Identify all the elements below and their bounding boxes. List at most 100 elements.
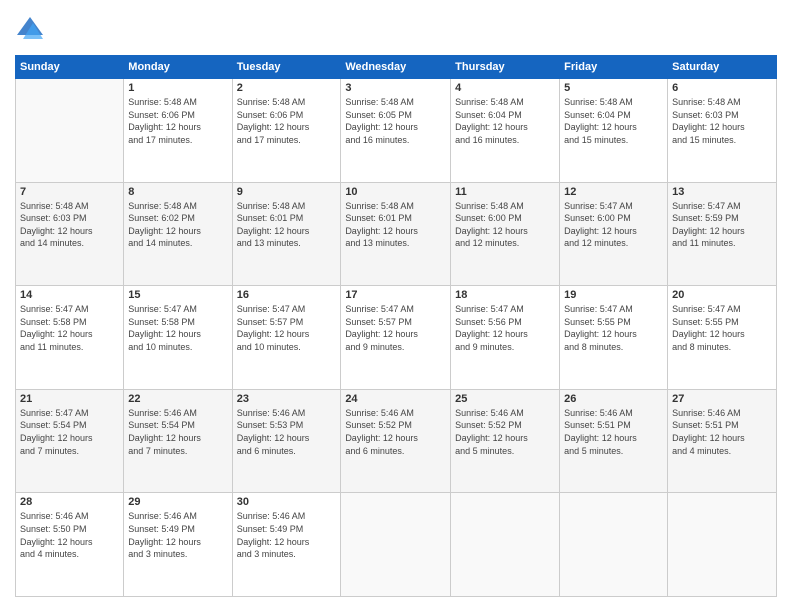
calendar-cell	[451, 493, 560, 597]
day-info: Sunrise: 5:46 AM Sunset: 5:54 PM Dayligh…	[128, 407, 227, 457]
day-info: Sunrise: 5:47 AM Sunset: 6:00 PM Dayligh…	[564, 200, 663, 250]
calendar-cell: 4 Sunrise: 5:48 AM Sunset: 6:04 PM Daylig…	[451, 79, 560, 183]
day-info: Sunrise: 5:46 AM Sunset: 5:51 PM Dayligh…	[564, 407, 663, 457]
calendar-cell: 17 Sunrise: 5:47 AM Sunset: 5:57 PM Dayli…	[341, 286, 451, 390]
day-info: Sunrise: 5:48 AM Sunset: 6:01 PM Dayligh…	[237, 200, 337, 250]
day-number: 28	[20, 496, 119, 508]
day-info: Sunrise: 5:46 AM Sunset: 5:51 PM Dayligh…	[672, 407, 772, 457]
day-number: 8	[128, 186, 227, 198]
day-info: Sunrise: 5:46 AM Sunset: 5:52 PM Dayligh…	[455, 407, 555, 457]
day-info: Sunrise: 5:46 AM Sunset: 5:50 PM Dayligh…	[20, 510, 119, 560]
day-number: 17	[345, 289, 446, 301]
calendar-cell: 27 Sunrise: 5:46 AM Sunset: 5:51 PM Dayli…	[668, 389, 777, 493]
calendar-cell: 14 Sunrise: 5:47 AM Sunset: 5:58 PM Dayli…	[16, 286, 124, 390]
day-info: Sunrise: 5:48 AM Sunset: 6:01 PM Dayligh…	[345, 200, 446, 250]
calendar-cell: 19 Sunrise: 5:47 AM Sunset: 5:55 PM Dayli…	[560, 286, 668, 390]
calendar-cell: 23 Sunrise: 5:46 AM Sunset: 5:53 PM Dayli…	[232, 389, 341, 493]
day-number: 9	[237, 186, 337, 198]
day-info: Sunrise: 5:48 AM Sunset: 6:02 PM Dayligh…	[128, 200, 227, 250]
column-header-sunday: Sunday	[16, 56, 124, 79]
calendar-cell: 21 Sunrise: 5:47 AM Sunset: 5:54 PM Dayli…	[16, 389, 124, 493]
calendar-cell: 9 Sunrise: 5:48 AM Sunset: 6:01 PM Daylig…	[232, 182, 341, 286]
logo	[15, 15, 47, 45]
calendar-cell: 18Sunrise: 5:47 AM Sunset: 5:56 PM Dayli…	[451, 286, 560, 390]
day-info: Sunrise: 5:47 AM Sunset: 5:59 PM Dayligh…	[672, 200, 772, 250]
day-info: Sunrise: 5:48 AM Sunset: 6:03 PM Dayligh…	[672, 96, 772, 146]
day-number: 14	[20, 289, 119, 301]
day-info: Sunrise: 5:47 AM Sunset: 5:55 PM Dayligh…	[672, 303, 772, 353]
calendar-cell: 30 Sunrise: 5:46 AM Sunset: 5:49 PM Dayli…	[232, 493, 341, 597]
calendar-cell: 15 Sunrise: 5:47 AM Sunset: 5:58 PM Dayli…	[124, 286, 232, 390]
day-number: 12	[564, 186, 663, 198]
column-header-tuesday: Tuesday	[232, 56, 341, 79]
day-info: Sunrise: 5:47 AM Sunset: 5:54 PM Dayligh…	[20, 407, 119, 457]
calendar-cell	[16, 79, 124, 183]
calendar-cell: 3Sunrise: 5:48 AM Sunset: 6:05 PM Daylig…	[341, 79, 451, 183]
day-number: 29	[128, 496, 227, 508]
day-number: 11	[455, 186, 555, 198]
calendar-cell: 1 Sunrise: 5:48 AM Sunset: 6:06 PM Daylig…	[124, 79, 232, 183]
day-info: Sunrise: 5:47 AM Sunset: 5:58 PM Dayligh…	[128, 303, 227, 353]
day-number: 30	[237, 496, 337, 508]
column-header-saturday: Saturday	[668, 56, 777, 79]
calendar: SundayMondayTuesdayWednesdayThursdayFrid…	[15, 55, 777, 597]
day-number: 22	[128, 393, 227, 405]
calendar-cell: 8 Sunrise: 5:48 AM Sunset: 6:02 PM Daylig…	[124, 182, 232, 286]
calendar-cell: 29 Sunrise: 5:46 AM Sunset: 5:49 PM Dayli…	[124, 493, 232, 597]
day-info: Sunrise: 5:48 AM Sunset: 6:00 PM Dayligh…	[455, 200, 555, 250]
calendar-cell: 6 Sunrise: 5:48 AM Sunset: 6:03 PM Daylig…	[668, 79, 777, 183]
calendar-cell: 20 Sunrise: 5:47 AM Sunset: 5:55 PM Dayli…	[668, 286, 777, 390]
day-number: 10	[345, 186, 446, 198]
day-number: 6	[672, 82, 772, 94]
day-info: Sunrise: 5:48 AM Sunset: 6:04 PM Dayligh…	[564, 96, 663, 146]
day-number: 15	[128, 289, 227, 301]
day-number: 4	[455, 82, 555, 94]
day-info: Sunrise: 5:46 AM Sunset: 5:49 PM Dayligh…	[128, 510, 227, 560]
calendar-cell: 5Sunrise: 5:48 AM Sunset: 6:04 PM Daylig…	[560, 79, 668, 183]
day-info: Sunrise: 5:47 AM Sunset: 5:55 PM Dayligh…	[564, 303, 663, 353]
day-number: 21	[20, 393, 119, 405]
day-info: Sunrise: 5:48 AM Sunset: 6:04 PM Dayligh…	[455, 96, 555, 146]
day-number: 20	[672, 289, 772, 301]
day-number: 1	[128, 82, 227, 94]
calendar-cell: 2Sunrise: 5:48 AM Sunset: 6:06 PM Daylig…	[232, 79, 341, 183]
calendar-cell: 7Sunrise: 5:48 AM Sunset: 6:03 PM Daylig…	[16, 182, 124, 286]
logo-icon	[15, 15, 45, 45]
column-header-monday: Monday	[124, 56, 232, 79]
day-number: 24	[345, 393, 446, 405]
calendar-cell: 24 Sunrise: 5:46 AM Sunset: 5:52 PM Dayli…	[341, 389, 451, 493]
day-info: Sunrise: 5:46 AM Sunset: 5:49 PM Dayligh…	[237, 510, 337, 560]
calendar-cell	[668, 493, 777, 597]
calendar-cell: 22 Sunrise: 5:46 AM Sunset: 5:54 PM Dayli…	[124, 389, 232, 493]
calendar-cell: 26 Sunrise: 5:46 AM Sunset: 5:51 PM Dayli…	[560, 389, 668, 493]
calendar-cell: 11 Sunrise: 5:48 AM Sunset: 6:00 PM Dayli…	[451, 182, 560, 286]
day-number: 16	[237, 289, 337, 301]
day-info: Sunrise: 5:47 AM Sunset: 5:57 PM Dayligh…	[237, 303, 337, 353]
calendar-cell	[341, 493, 451, 597]
column-header-wednesday: Wednesday	[341, 56, 451, 79]
day-info: Sunrise: 5:47 AM Sunset: 5:57 PM Dayligh…	[345, 303, 446, 353]
day-number: 19	[564, 289, 663, 301]
calendar-cell: 16 Sunrise: 5:47 AM Sunset: 5:57 PM Dayli…	[232, 286, 341, 390]
day-number: 18	[455, 289, 555, 301]
day-info: Sunrise: 5:48 AM Sunset: 6:03 PM Dayligh…	[20, 200, 119, 250]
day-number: 23	[237, 393, 337, 405]
day-number: 13	[672, 186, 772, 198]
calendar-cell	[560, 493, 668, 597]
day-number: 26	[564, 393, 663, 405]
day-info: Sunrise: 5:48 AM Sunset: 6:06 PM Dayligh…	[128, 96, 227, 146]
calendar-cell: 25 Sunrise: 5:46 AM Sunset: 5:52 PM Dayli…	[451, 389, 560, 493]
column-header-thursday: Thursday	[451, 56, 560, 79]
calendar-cell: 12 Sunrise: 5:47 AM Sunset: 6:00 PM Dayli…	[560, 182, 668, 286]
day-number: 25	[455, 393, 555, 405]
calendar-cell: 10 Sunrise: 5:48 AM Sunset: 6:01 PM Dayli…	[341, 182, 451, 286]
column-header-friday: Friday	[560, 56, 668, 79]
calendar-cell: 13 Sunrise: 5:47 AM Sunset: 5:59 PM Dayli…	[668, 182, 777, 286]
day-number: 3	[345, 82, 446, 94]
day-info: Sunrise: 5:47 AM Sunset: 5:58 PM Dayligh…	[20, 303, 119, 353]
day-number: 27	[672, 393, 772, 405]
calendar-cell: 28 Sunrise: 5:46 AM Sunset: 5:50 PM Dayli…	[16, 493, 124, 597]
day-info: Sunrise: 5:46 AM Sunset: 5:53 PM Dayligh…	[237, 407, 337, 457]
day-number: 2	[237, 82, 337, 94]
day-info: Sunrise: 5:46 AM Sunset: 5:52 PM Dayligh…	[345, 407, 446, 457]
